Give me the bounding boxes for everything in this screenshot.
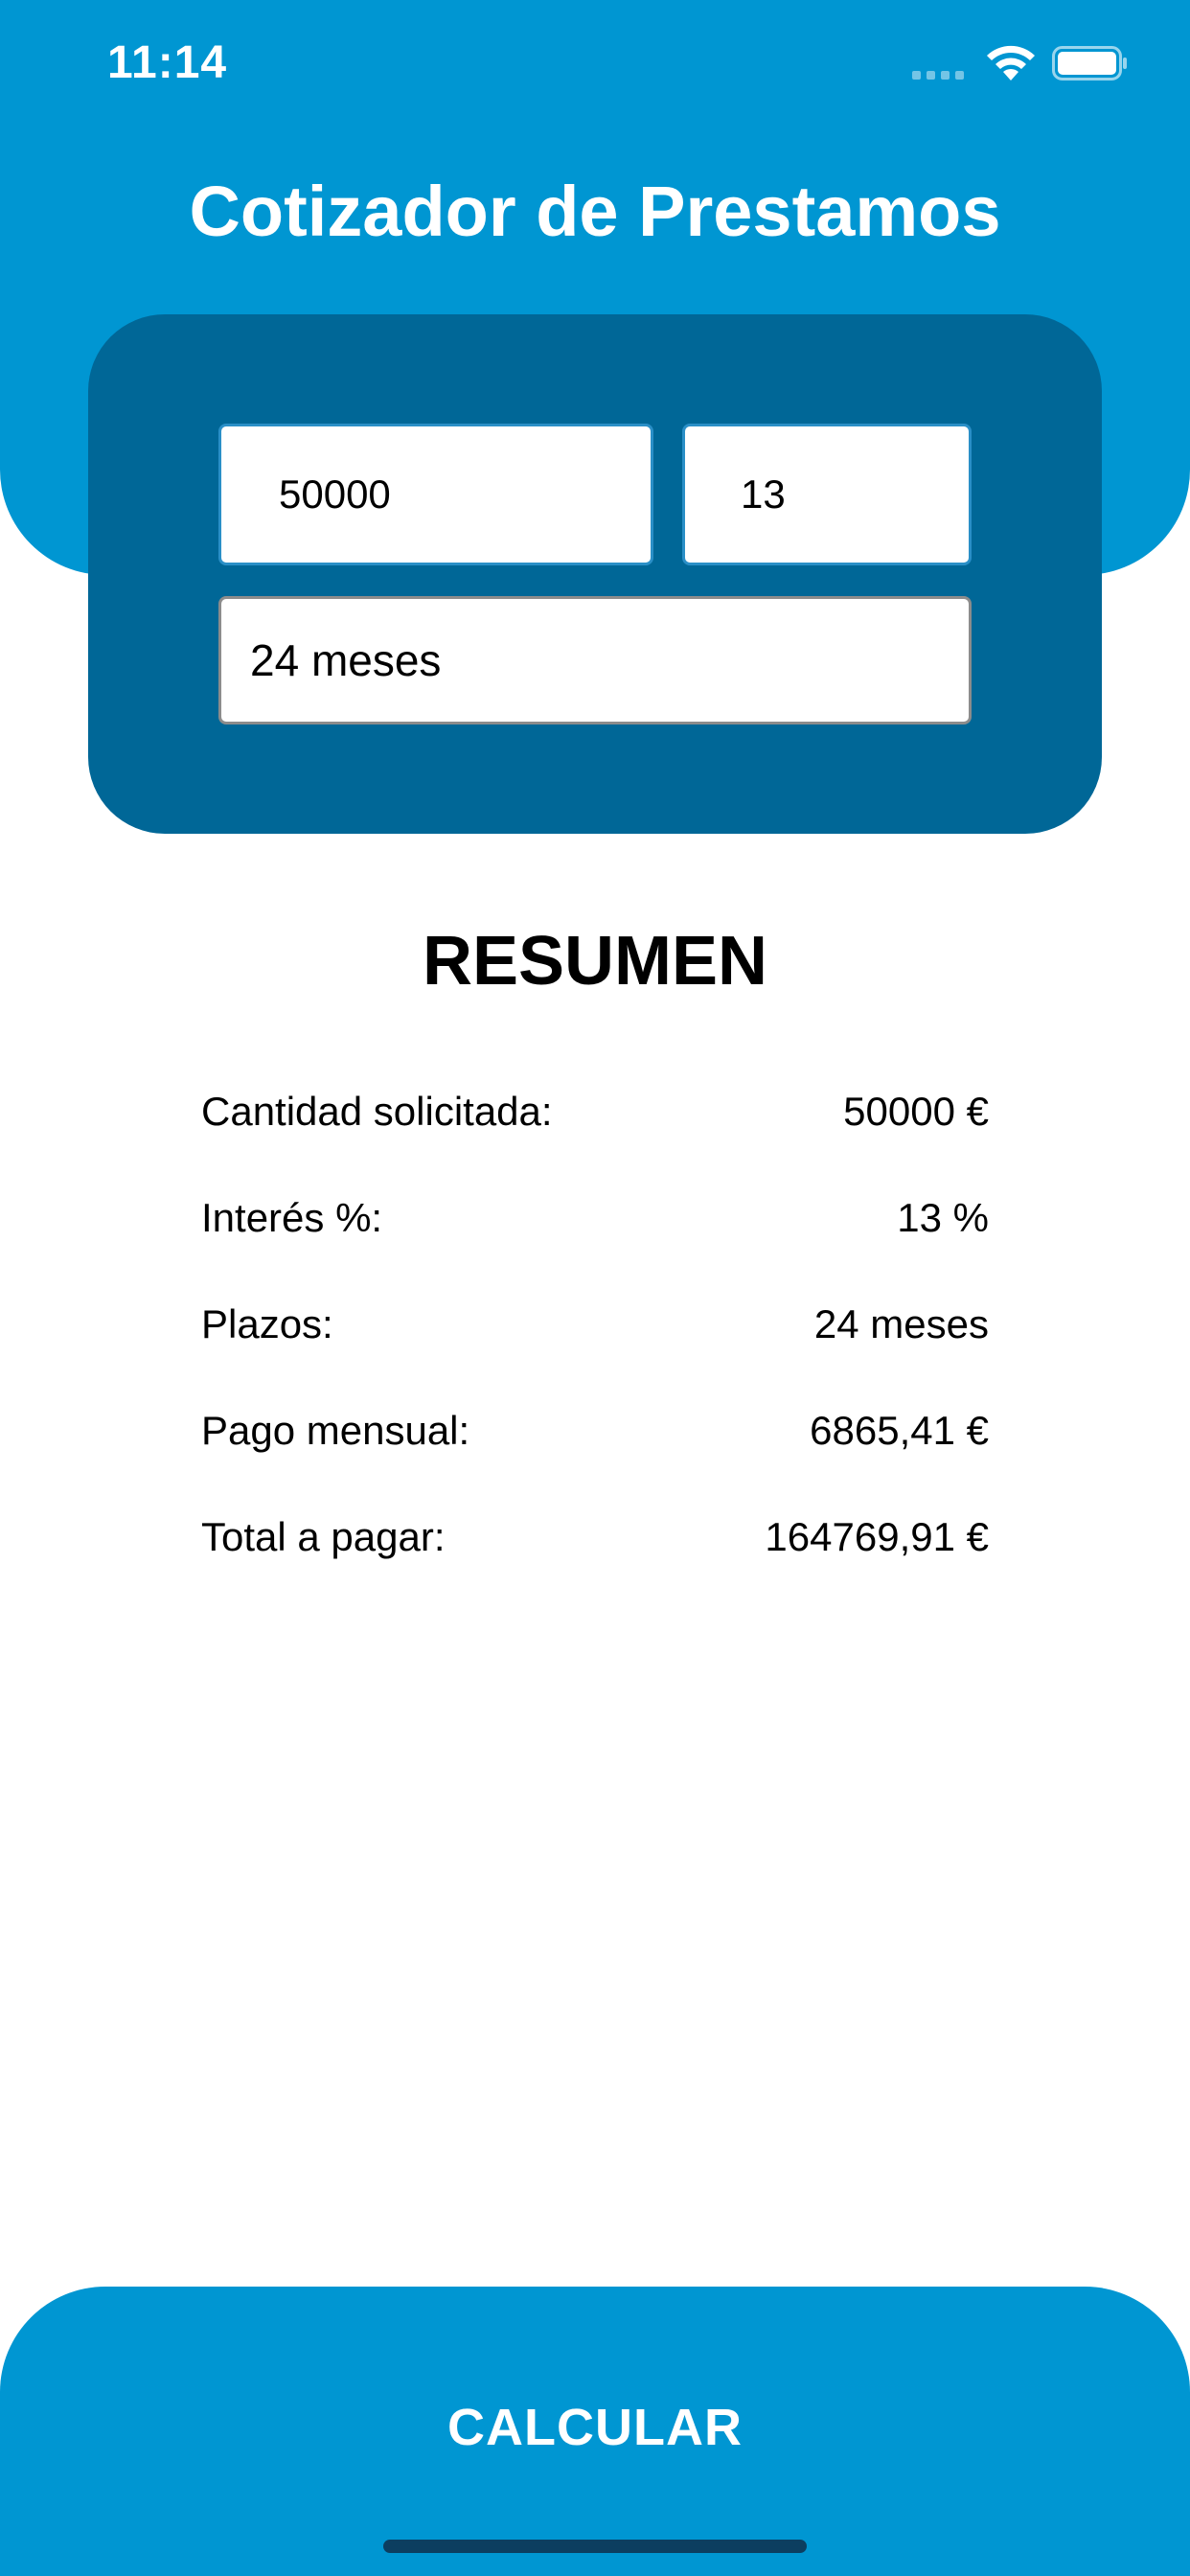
summary-value: 50000 €: [843, 1088, 989, 1134]
term-select-value: 24 meses: [250, 635, 442, 685]
summary-row-term: Plazos: 24 meses: [201, 1271, 989, 1377]
home-indicator: [383, 2540, 807, 2553]
status-time: 11:14: [107, 37, 228, 88]
status-bar: 11:14: [0, 0, 1190, 134]
page-title: Cotizador de Prestamos: [189, 172, 1001, 251]
term-select[interactable]: 24 meses: [218, 596, 972, 724]
summary-label: Cantidad solicitada:: [201, 1088, 553, 1134]
battery-icon: [1052, 46, 1127, 80]
summary-label: Total a pagar:: [201, 1513, 446, 1559]
summary-value: 6865,41 €: [810, 1407, 989, 1453]
summary-row-total: Total a pagar: 164769,91 €: [201, 1484, 989, 1590]
loan-calculator-screen: 11:14 Cotizador de Prestamos 24 meses RE…: [0, 0, 1190, 2576]
cellular-signal-icon: [912, 71, 964, 80]
summary-label: Pago mensual:: [201, 1407, 470, 1453]
amount-input[interactable]: [218, 424, 653, 565]
summary-value: 24 meses: [813, 1300, 989, 1346]
summary-row-amount: Cantidad solicitada: 50000 €: [201, 1058, 989, 1164]
wifi-icon: [987, 45, 1035, 80]
summary-value: 164769,91 €: [765, 1513, 989, 1559]
summary-label: Interés %:: [201, 1194, 383, 1240]
interest-input[interactable]: [682, 424, 972, 565]
summary-label: Plazos:: [201, 1300, 333, 1346]
calculate-button-label: CALCULAR: [447, 2399, 743, 2456]
summary-title: RESUMEN: [422, 923, 768, 1000]
calculate-button[interactable]: CALCULAR: [0, 2287, 1190, 2576]
loan-form-card: 24 meses: [88, 314, 1102, 834]
summary-row-interest: Interés %: 13 %: [201, 1164, 989, 1271]
summary-row-monthly-payment: Pago mensual: 6865,41 €: [201, 1377, 989, 1484]
summary-list: Cantidad solicitada: 50000 € Interés %: …: [201, 1058, 989, 1590]
summary-value: 13 %: [897, 1194, 989, 1240]
